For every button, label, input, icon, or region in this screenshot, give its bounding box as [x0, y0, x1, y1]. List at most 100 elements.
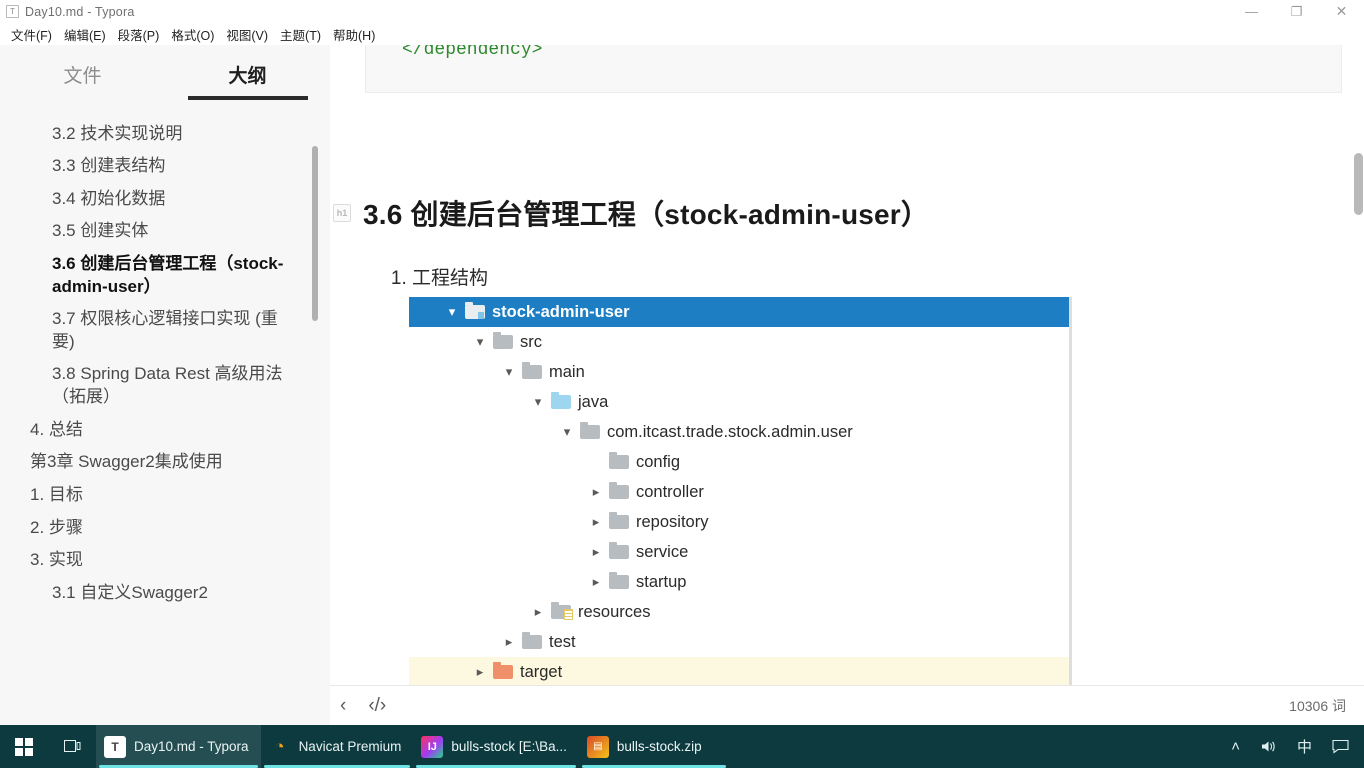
menu-item-file[interactable]: 文件(F) — [5, 23, 58, 46]
menu-item-help[interactable]: 帮助(H) — [327, 23, 381, 46]
tree-row-main[interactable]: ▾ main — [409, 357, 1072, 387]
tree-row-label: com.itcast.trade.stock.admin.user — [607, 422, 853, 441]
tree-row-label: startup — [636, 572, 687, 591]
tree-image-scrollbar — [1069, 297, 1072, 685]
outline-item-11[interactable]: 2. 步骤 — [0, 512, 330, 545]
outline-item-1[interactable]: 3.2 技术实现说明 — [0, 118, 330, 151]
outline-item-6[interactable]: 3.7 权限核心逻辑接口实现 (重要) — [0, 303, 330, 358]
taskbar-app-winrar[interactable]: ▤ bulls-stock.zip — [579, 725, 729, 768]
tree-row-config[interactable]: ▸ config — [409, 447, 1072, 477]
heading-level-icon[interactable]: h1 — [333, 204, 351, 222]
menu-item-format[interactable]: 格式(O) — [165, 23, 220, 46]
folder-icon — [609, 452, 629, 469]
tree-row-label: config — [636, 452, 681, 471]
tree-row-label: controller — [636, 482, 704, 501]
project-tree-image: ▾ stock-admin-user ▾ src ▾ main ▾ java ▾ — [409, 297, 1072, 685]
sidebar: 文件 大纲 3.1 操作数据 3.2 技术实现说明 3.3 创建表结构 3.4 … — [0, 45, 330, 725]
taskbar-app-intellij[interactable]: IJ bulls-stock [E:\Ba... — [413, 725, 579, 768]
tree-row-startup[interactable]: ▸ startup — [409, 567, 1072, 597]
list-item: 工程结构 — [412, 263, 1340, 290]
folder-icon — [609, 572, 629, 589]
ime-indicator[interactable]: 中 — [1287, 725, 1322, 768]
menu-item-paragraph[interactable]: 段落(P) — [112, 23, 166, 46]
chevron-right-icon[interactable]: ▸ — [583, 574, 609, 590]
chevron-right-icon[interactable]: ▸ — [496, 634, 522, 650]
close-button[interactable]: ✕ — [1319, 0, 1364, 23]
outline-item-12[interactable]: 3. 实现 — [0, 544, 330, 577]
tree-row-java[interactable]: ▾ java — [409, 387, 1072, 417]
chevron-placeholder-icon: ▸ — [583, 454, 609, 470]
chevron-down-icon[interactable]: ▾ — [554, 424, 580, 440]
menu-item-edit[interactable]: 编辑(E) — [58, 23, 112, 46]
outline-list[interactable]: 3.1 操作数据 3.2 技术实现说明 3.3 创建表结构 3.4 初始化数据 … — [0, 111, 330, 721]
taskbar-app-label: bulls-stock [E:\Ba... — [451, 739, 567, 754]
outline-item-2[interactable]: 3.3 创建表结构 — [0, 150, 330, 183]
chevron-right-icon[interactable]: ▸ — [467, 664, 493, 680]
start-button[interactable] — [0, 725, 48, 768]
maximize-button[interactable]: ❐ — [1274, 0, 1319, 23]
tree-row-package[interactable]: ▾ com.itcast.trade.stock.admin.user — [409, 417, 1072, 447]
typora-window: T Day10.md - Typora — ❐ ✕ 文件(F) 编辑(E) 段落… — [0, 0, 1364, 768]
outline-item-10[interactable]: 1. 目标 — [0, 479, 330, 512]
tab-files[interactable]: 文件 — [0, 61, 165, 100]
sidebar-scrollbar-thumb[interactable] — [312, 146, 318, 321]
word-count-label[interactable]: 10306 词 — [1289, 696, 1364, 716]
taskbar-app-typora[interactable]: T Day10.md - Typora — [96, 725, 261, 768]
task-view-button[interactable] — [48, 725, 96, 768]
outline-item-8[interactable]: 4. 总结 — [0, 414, 330, 447]
status-bar: ‹ ‹/› 10306 词 — [330, 685, 1364, 725]
outline-item-7[interactable]: 3.8 Spring Data Rest 高级用法（拓展） — [0, 358, 330, 413]
tree-row-label: target — [520, 662, 563, 681]
window-title: Day10.md - Typora — [25, 4, 135, 19]
source-code-mode-icon[interactable]: ‹/› — [368, 695, 386, 717]
outline-item-4[interactable]: 3.5 创建实体 — [0, 215, 330, 248]
intellij-idea-icon: IJ — [421, 735, 444, 758]
chevron-down-icon[interactable]: ▾ — [439, 304, 465, 320]
outline-item-5[interactable]: 3.6 创建后台管理工程（stock-admin-user） — [0, 248, 330, 303]
tree-row-controller[interactable]: ▸ controller — [409, 477, 1072, 507]
action-center-icon[interactable] — [1322, 725, 1360, 768]
tree-row-resources[interactable]: ▸ resources — [409, 597, 1072, 627]
taskbar-app-navicat[interactable]: ◔ Navicat Premium — [261, 725, 414, 768]
menu-item-theme[interactable]: 主题(T) — [274, 23, 327, 46]
volume-icon[interactable] — [1250, 725, 1287, 768]
code-block[interactable]: </dependency> — [365, 45, 1342, 93]
chevron-right-icon[interactable]: ▸ — [525, 604, 551, 620]
show-hidden-icons-button[interactable]: ˄ — [1221, 725, 1250, 768]
chevron-right-icon[interactable]: ▸ — [583, 544, 609, 560]
title-bar: T Day10.md - Typora — ❐ ✕ — [0, 0, 1364, 23]
sidebar-tabs: 文件 大纲 — [0, 45, 330, 101]
tree-row-repository[interactable]: ▸ repository — [409, 507, 1072, 537]
outline-item-9[interactable]: 第3章 Swagger2集成使用 — [0, 446, 330, 479]
navicat-icon: ◔ — [274, 736, 285, 756]
editor-area[interactable]: </dependency> h1 3.6 创建后台管理工程（stock-admi… — [330, 45, 1364, 685]
taskbar-app-label: Navicat Premium — [298, 739, 402, 754]
tree-row-service[interactable]: ▸ service — [409, 537, 1072, 567]
sidebar-scrollbar[interactable] — [312, 111, 318, 721]
menu-bar: 文件(F) 编辑(E) 段落(P) 格式(O) 视图(V) 主题(T) 帮助(H… — [0, 23, 1364, 45]
tree-row-test[interactable]: ▸ test — [409, 627, 1072, 657]
folder-icon — [609, 482, 629, 499]
outline-item-0[interactable]: 3.1 操作数据 — [0, 111, 330, 118]
typora-icon: T — [104, 735, 126, 758]
folder-resources-icon — [551, 602, 573, 620]
tree-row-target[interactable]: ▸ target — [409, 657, 1072, 685]
outline-item-3[interactable]: 3.4 初始化数据 — [0, 183, 330, 216]
chevron-right-icon[interactable]: ▸ — [583, 514, 609, 530]
tree-row-stock-admin-user[interactable]: ▾ stock-admin-user — [409, 297, 1072, 327]
tree-row-src[interactable]: ▾ src — [409, 327, 1072, 357]
outline-item-13[interactable]: 3.1 自定义Swagger2 — [0, 577, 330, 610]
chevron-down-icon[interactable]: ▾ — [496, 364, 522, 380]
editor-scrollbar[interactable] — [1354, 45, 1363, 685]
chevron-down-icon[interactable]: ▾ — [525, 394, 551, 410]
tab-outline[interactable]: 大纲 — [165, 61, 330, 100]
chevron-right-icon[interactable]: ▸ — [583, 484, 609, 500]
chevron-down-icon[interactable]: ▾ — [467, 334, 493, 350]
editor-scrollbar-thumb[interactable] — [1354, 153, 1363, 215]
tree-row-label: service — [636, 542, 689, 561]
back-navigation-icon[interactable]: ‹ — [340, 695, 346, 717]
menu-item-view[interactable]: 视图(V) — [220, 23, 274, 46]
minimize-button[interactable]: — — [1229, 0, 1274, 23]
folder-icon — [522, 632, 542, 649]
tree-row-label: test — [549, 632, 576, 651]
